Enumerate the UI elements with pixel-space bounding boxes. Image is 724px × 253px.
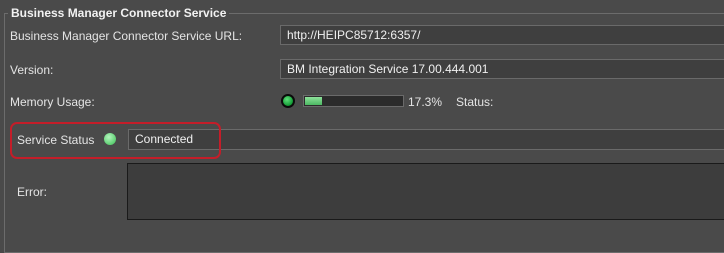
memory-usage-progress-bar [303,95,404,107]
memory-usage-percent: 17.3% [408,95,443,109]
memory-status-label: Status: [456,95,494,109]
memory-status-led-icon [281,94,295,108]
error-label: Error: [17,185,47,199]
url-field[interactable]: http://HEIPC85712:6357/ [280,25,724,45]
group-title: Business Manager Connector Service [8,5,230,21]
version-label: Version: [10,63,54,77]
version-field[interactable]: BM Integration Service 17.00.444.001 [280,59,724,79]
url-label: Business Manager Connector Service URL: [10,29,243,43]
memory-usage-progress-fill [305,97,322,105]
memory-usage-label: Memory Usage: [10,95,95,109]
service-status-highlight [10,122,221,159]
error-text-area[interactable] [127,163,724,220]
